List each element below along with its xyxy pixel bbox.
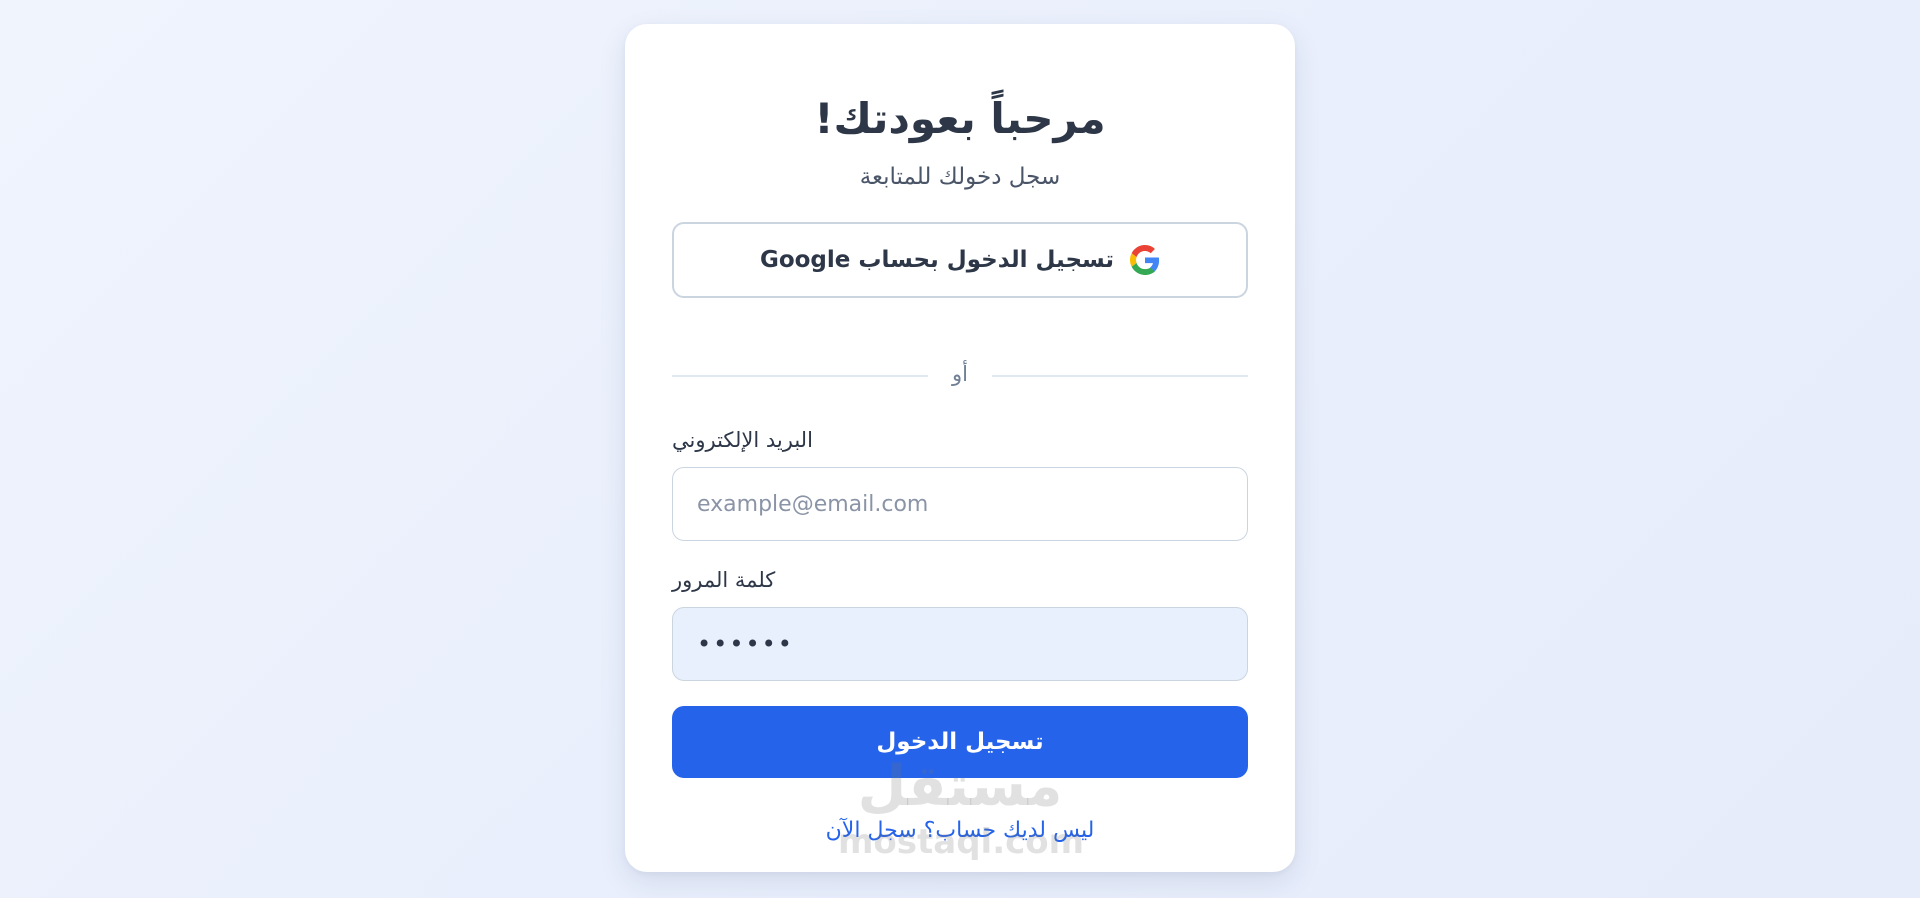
divider-line-right (992, 375, 1248, 377)
password-label: كلمة المرور (672, 568, 776, 592)
email-label-row: البريد الإلكتروني (672, 428, 1248, 452)
login-submit-button[interactable]: تسجيل الدخول (672, 706, 1248, 778)
signup-link[interactable]: ليس لديك حساب؟ سجل الآن (625, 818, 1295, 843)
google-login-button[interactable]: تسجيل الدخول بحساب Google (672, 222, 1248, 298)
divider-text: أو (952, 362, 968, 386)
or-divider: أو (672, 362, 1248, 388)
page-title: مرحباً بعودتك! (814, 94, 1106, 143)
page-subtitle: سجل دخولك للمتابعة (859, 164, 1061, 190)
password-label-row: كلمة المرور (672, 568, 1248, 592)
email-label: البريد الإلكتروني (672, 428, 813, 452)
password-field[interactable] (672, 607, 1248, 681)
email-field[interactable] (672, 467, 1248, 541)
google-icon (1130, 245, 1160, 275)
login-card: مرحباً بعودتك! سجل دخولك للمتابعة تسجيل … (625, 24, 1295, 872)
google-login-label: تسجيل الدخول بحساب Google (759, 247, 1115, 273)
